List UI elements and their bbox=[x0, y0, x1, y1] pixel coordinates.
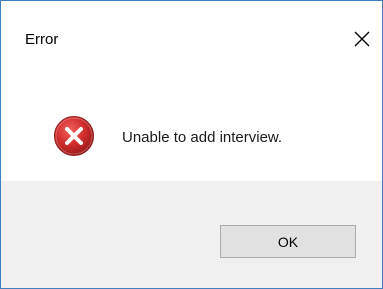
error-message: Unable to add interview. bbox=[122, 129, 283, 146]
dialog-footer: OK bbox=[1, 181, 382, 288]
error-dialog: Error Unable to add interview. OK bbox=[0, 0, 383, 289]
error-icon bbox=[54, 116, 94, 156]
ok-button[interactable]: OK bbox=[220, 225, 356, 258]
dialog-content: Unable to add interview. bbox=[1, 59, 382, 181]
close-icon bbox=[354, 31, 370, 47]
close-button[interactable] bbox=[348, 25, 376, 53]
title-bar: Error bbox=[1, 1, 382, 59]
dialog-title: Error bbox=[25, 31, 59, 48]
